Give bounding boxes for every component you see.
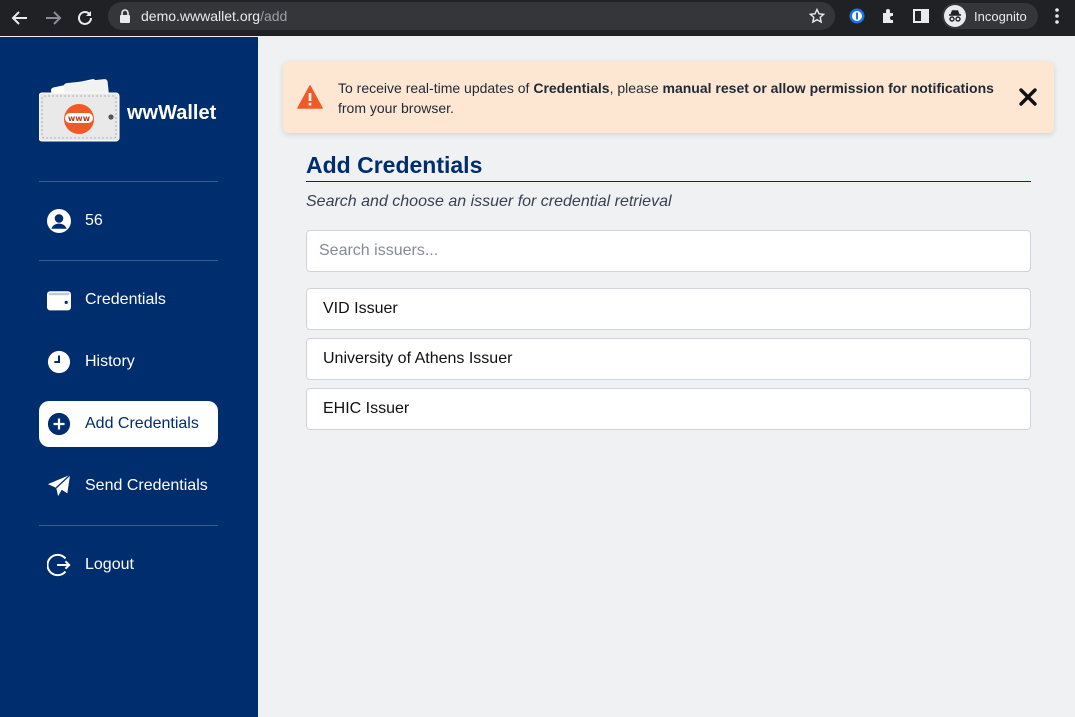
app-logo[interactable]: www wwWallet bbox=[38, 77, 219, 143]
issuer-item-ehic[interactable]: EHIC Issuer bbox=[306, 388, 1031, 430]
forward-button[interactable] bbox=[42, 7, 64, 29]
sidebar-divider bbox=[39, 260, 218, 261]
back-button[interactable] bbox=[9, 7, 31, 29]
banner-message: To receive real-time updates of Credenti… bbox=[338, 80, 994, 116]
sidebar-item-logout[interactable]: Logout bbox=[39, 542, 218, 588]
sidebar-user-profile[interactable]: 56 bbox=[39, 198, 218, 244]
more-vert-icon bbox=[1055, 8, 1059, 24]
incognito-label: Incognito bbox=[974, 8, 1027, 24]
clock-icon bbox=[47, 350, 71, 374]
sidebar-item-label: History bbox=[85, 353, 135, 370]
sidebar: www wwWallet 56 Credentials History Add … bbox=[0, 37, 258, 717]
password-manager-extension-icon[interactable] bbox=[848, 7, 866, 25]
lock-icon bbox=[120, 9, 130, 23]
address-bar[interactable]: demo.wwwallet.org/add bbox=[108, 2, 835, 30]
arrow-right-icon bbox=[46, 11, 62, 25]
browser-menu-button[interactable] bbox=[1050, 7, 1064, 30]
arrow-left-icon bbox=[11, 11, 27, 25]
issuer-item-university-of-athens[interactable]: University of Athens Issuer bbox=[306, 338, 1031, 380]
browser-toolbar: demo.wwwallet.org/add Incognito bbox=[0, 0, 1075, 36]
issuer-item-vid[interactable]: VID Issuer bbox=[306, 288, 1031, 330]
incognito-profile-button[interactable]: Incognito bbox=[942, 3, 1038, 29]
search-issuers-input[interactable] bbox=[306, 230, 1031, 272]
app-name: wwWallet bbox=[127, 102, 217, 124]
sidebar-item-label: Credentials bbox=[85, 291, 166, 308]
sidebar-divider bbox=[39, 525, 218, 526]
plus-circle-icon bbox=[47, 412, 71, 436]
logout-icon bbox=[47, 553, 71, 577]
sidebar-item-add-credentials[interactable]: Add Credentials bbox=[39, 401, 218, 447]
svg-text:www: www bbox=[68, 114, 91, 123]
page-title: Add Credentials bbox=[306, 152, 483, 178]
warning-icon bbox=[297, 85, 323, 109]
user-circle-icon bbox=[47, 209, 71, 233]
sidebar-item-label: Send Credentials bbox=[85, 477, 208, 494]
bookmark-star-icon[interactable] bbox=[809, 8, 825, 24]
notification-banner: To receive real-time updates of Credenti… bbox=[283, 61, 1054, 133]
sidebar-item-history[interactable]: History bbox=[39, 339, 218, 385]
extensions-puzzle-icon[interactable] bbox=[880, 7, 898, 25]
wallet-logo-icon: www bbox=[38, 79, 120, 142]
reload-icon bbox=[78, 10, 92, 25]
reload-button[interactable] bbox=[74, 7, 96, 29]
incognito-icon bbox=[944, 5, 966, 27]
side-panel-icon[interactable] bbox=[912, 7, 930, 25]
close-banner-button[interactable] bbox=[1016, 85, 1040, 109]
sidebar-item-credentials[interactable]: Credentials bbox=[39, 277, 218, 323]
page-subtitle: Search and choose an issuer for credenti… bbox=[306, 193, 672, 210]
url-text: demo.wwwallet.org/add bbox=[141, 8, 288, 24]
paper-plane-icon bbox=[47, 474, 71, 498]
user-name: 56 bbox=[85, 212, 103, 229]
sidebar-item-label: Add Credentials bbox=[85, 415, 199, 432]
close-icon bbox=[1019, 88, 1037, 106]
sidebar-divider bbox=[39, 181, 218, 182]
title-divider bbox=[306, 181, 1031, 182]
sidebar-item-send-credentials[interactable]: Send Credentials bbox=[39, 463, 218, 509]
sidebar-item-label: Logout bbox=[85, 556, 134, 573]
wallet-icon bbox=[47, 288, 71, 312]
